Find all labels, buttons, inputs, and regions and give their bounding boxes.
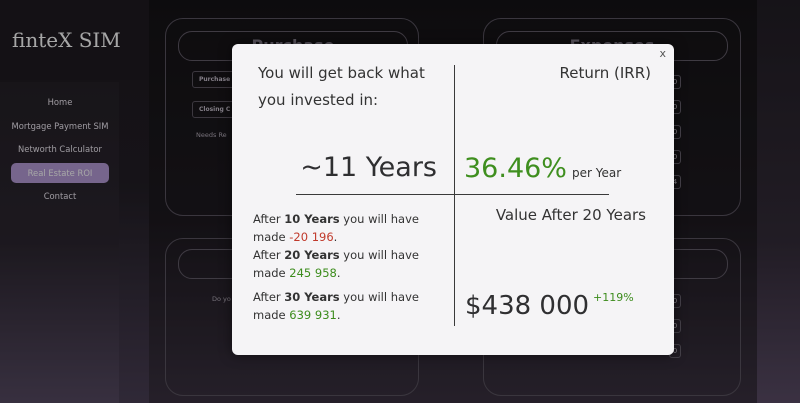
list-item: After 20 Years you will have made 245 95…: [253, 246, 448, 282]
after-amount: 245 958: [289, 266, 337, 280]
roi-results-modal: x You will get back what you invested in…: [232, 44, 674, 355]
profit-timeline: After 10 Years you will have made -20 19…: [253, 210, 448, 330]
irr-title: Return (IRR): [559, 64, 651, 82]
payback-period-value: ~11 Years: [300, 152, 437, 183]
after-prefix: After: [253, 248, 285, 262]
after-period: .: [336, 266, 341, 280]
after-period: .: [336, 308, 341, 322]
after-years: 20 Years: [284, 248, 340, 262]
payback-question: You will get back what you invested in:: [258, 64, 425, 109]
irr-value: 36.46%: [464, 153, 567, 184]
list-item: After 10 Years you will have made -20 19…: [253, 210, 448, 246]
irr-unit: per Year: [572, 166, 622, 180]
horizontal-divider: [296, 194, 609, 195]
value-after-amount: $438 000: [465, 291, 590, 321]
list-item: After 30 Years you will have made 639 93…: [253, 288, 448, 324]
vertical-divider: [454, 65, 455, 326]
after-years: 30 Years: [284, 290, 340, 304]
after-period: .: [333, 230, 338, 244]
after-prefix: After: [253, 290, 285, 304]
after-amount: 639 931: [289, 308, 337, 322]
after-prefix: After: [253, 212, 285, 226]
after-years: 10 Years: [284, 212, 340, 226]
value-after-title: Value After 20 Years: [495, 206, 646, 224]
after-amount: -20 196: [289, 230, 334, 244]
irr-value-group: 36.46% per Year: [464, 153, 621, 184]
value-change-badge: +119%: [593, 291, 634, 304]
close-icon[interactable]: x: [659, 47, 666, 60]
